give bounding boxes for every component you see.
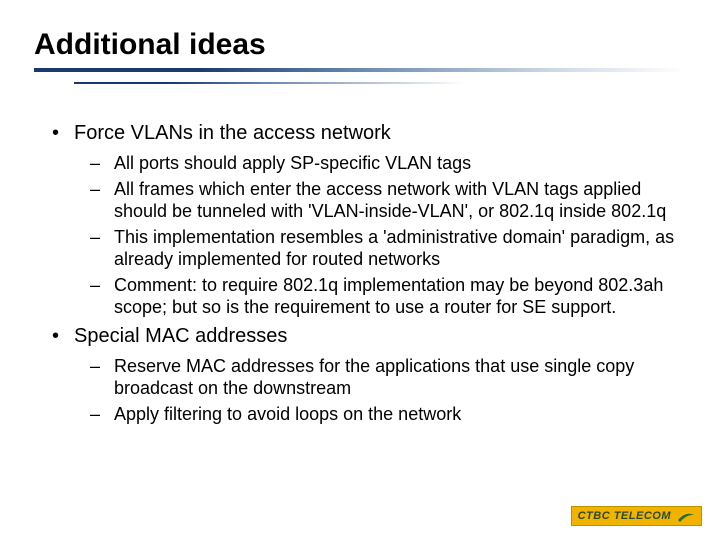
content-area: • Force VLANs in the access network – Al…: [34, 120, 686, 425]
bullet-text: Force VLANs in the access network: [74, 120, 686, 146]
dash-marker: –: [90, 178, 114, 223]
swoosh-icon: [677, 509, 695, 523]
sub-divider: [74, 82, 465, 84]
dash-marker: –: [90, 403, 114, 426]
bullet-text: Apply filtering to avoid loops on the ne…: [114, 403, 686, 426]
list-item: – Apply filtering to avoid loops on the …: [46, 403, 686, 426]
dash-marker: –: [90, 274, 114, 319]
slide: Additional ideas • Force VLANs in the ac…: [0, 0, 720, 425]
list-item: – Reserve MAC addresses for the applicat…: [46, 355, 686, 400]
bullet-text: All frames which enter the access networ…: [114, 178, 686, 223]
company-logo: CTBC TELECOM: [571, 506, 702, 526]
dash-marker: –: [90, 226, 114, 271]
dash-marker: –: [90, 152, 114, 175]
bullet-text: This implementation resembles a 'adminis…: [114, 226, 686, 271]
bullet-text: Comment: to require 802.1q implementatio…: [114, 274, 686, 319]
list-item: • Special MAC addresses: [46, 323, 686, 349]
bullet-text: Reserve MAC addresses for the applicatio…: [114, 355, 686, 400]
bullet-marker: •: [46, 120, 74, 146]
list-item: – This implementation resembles a 'admin…: [46, 226, 686, 271]
title-divider: [34, 68, 686, 72]
slide-title: Additional ideas: [34, 28, 686, 62]
list-item: – Comment: to require 802.1q implementat…: [46, 274, 686, 319]
list-item: • Force VLANs in the access network: [46, 120, 686, 146]
dash-marker: –: [90, 355, 114, 400]
list-item: – All frames which enter the access netw…: [46, 178, 686, 223]
logo-text: CTBC TELECOM: [578, 510, 671, 522]
bullet-marker: •: [46, 323, 74, 349]
list-item: – All ports should apply SP-specific VLA…: [46, 152, 686, 175]
bullet-text: All ports should apply SP-specific VLAN …: [114, 152, 686, 175]
bullet-text: Special MAC addresses: [74, 323, 686, 349]
logo-box: CTBC TELECOM: [571, 506, 702, 526]
